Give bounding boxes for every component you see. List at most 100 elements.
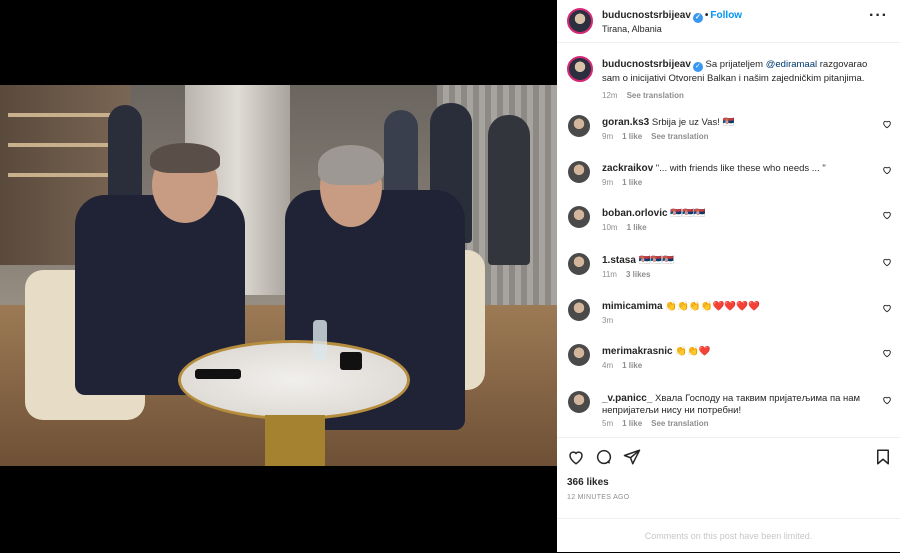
comments-limited-notice: Comments on this post have been limited. (557, 518, 900, 552)
photo-bystander (488, 115, 530, 265)
comment-row: mimicamima 👏👏👏👏❤️❤️❤️❤️ 3m (557, 298, 900, 342)
follow-button[interactable]: Follow (710, 10, 742, 21)
comment-username[interactable]: 1.stasa (602, 255, 636, 266)
author-avatar[interactable] (567, 8, 593, 34)
comment-meta: 10m 1 like (602, 223, 656, 232)
caption-author-avatar[interactable] (567, 56, 593, 82)
caption-body: buducnostsrbijeav ✓ Sa prijateljem @edira… (602, 58, 887, 102)
photo-table-base (265, 415, 325, 466)
comment-see-translation[interactable]: See translation (651, 132, 708, 141)
share-icon[interactable] (623, 448, 641, 466)
comment-meta: 4m 1 like (602, 361, 651, 370)
comment-body: _v.panicc_ Хвала Господу на таквим прија… (602, 393, 872, 417)
comment-body: zackraikov "... with friends like these … (602, 163, 872, 175)
comment-username[interactable]: goran.ks3 (602, 117, 649, 128)
photo-shelf (8, 173, 118, 177)
comment-body: boban.orlovic 🇷🇸🇷🇸🇷🇸 (602, 208, 872, 220)
comment-likes[interactable]: 1 like (622, 178, 642, 187)
comment-avatar[interactable] (568, 115, 590, 137)
caption-username[interactable]: buducnostsrbijeav (602, 59, 691, 70)
comment-time: 9m (602, 178, 614, 187)
comment-likes[interactable]: 3 likes (626, 270, 650, 279)
comment-time: 5m (602, 419, 614, 428)
comment-text: "... with friends like these who needs .… (655, 163, 826, 174)
comment-row: _v.panicc_ Хвала Господу на таквим прија… (557, 390, 900, 434)
verified-badge-icon: ✓ (692, 13, 703, 23)
comment-likes[interactable]: 1 like (622, 361, 642, 370)
likes-count[interactable]: 366 likes (567, 477, 609, 488)
photo-phone (195, 369, 241, 379)
comment-meta: 3m (602, 316, 622, 325)
comment-like-heart-icon[interactable] (881, 303, 892, 314)
bookmark-icon[interactable] (874, 448, 892, 466)
comment-username[interactable]: zackraikov (602, 163, 653, 174)
comment-time: 3m (602, 316, 614, 325)
comment-avatar[interactable] (568, 161, 590, 183)
comment-username[interactable]: merimakrasnic (602, 346, 673, 357)
comment-meta: 5m 1 like See translation (602, 419, 718, 428)
post-photo[interactable] (0, 85, 557, 466)
comment-body: 1.stasa 🇷🇸🇷🇸🇷🇸 (602, 255, 872, 267)
comment-row: zackraikov "... with friends like these … (557, 160, 900, 204)
comment-likes[interactable]: 1 like (622, 132, 642, 141)
comment-username[interactable]: boban.orlovic (602, 208, 668, 219)
comment-likes[interactable]: 1 like (627, 223, 647, 232)
post-location[interactable]: Tirana, Albania (602, 24, 662, 34)
comment-like-heart-icon[interactable] (881, 119, 892, 130)
photo-shelf (8, 113, 118, 117)
author-username[interactable]: buducnostsrbijeav (602, 10, 691, 21)
comment-text: 🇷🇸🇷🇸🇷🇸 (638, 255, 675, 266)
comment-like-heart-icon[interactable] (881, 210, 892, 221)
comment-time: 10m (602, 223, 618, 232)
comment-time: 4m (602, 361, 614, 370)
instagram-post-modal: buducnostsrbijeav ✓ • Follow Tirana, Albani… (0, 0, 900, 552)
comment-text: 🇷🇸🇷🇸🇷🇸 (670, 208, 706, 219)
comment-username[interactable]: _v.panicc_ (602, 393, 652, 404)
photo-person-left-hair (150, 143, 220, 173)
comment-text: 👏👏👏👏❤️❤️❤️❤️ (665, 301, 760, 312)
like-heart-icon[interactable] (567, 448, 585, 466)
photo-phone (340, 352, 362, 370)
comment-body: mimicamima 👏👏👏👏❤️❤️❤️❤️ (602, 301, 872, 313)
comment-row: 1.stasa 🇷🇸🇷🇸🇷🇸 11m 3 likes (557, 252, 900, 296)
comment-body: merimakrasnic 👏👏❤️ (602, 346, 872, 358)
comment-avatar[interactable] (568, 299, 590, 321)
verified-badge-icon: ✓ (692, 62, 703, 72)
comment-like-heart-icon[interactable] (881, 257, 892, 268)
more-options-icon[interactable]: ··· (869, 8, 888, 24)
photo-water-bottle (313, 320, 327, 360)
comment-like-heart-icon[interactable] (881, 165, 892, 176)
comment-body: goran.ks3 Srbija je uz Vas! 🇷🇸 (602, 117, 872, 129)
comment-see-translation[interactable]: See translation (651, 419, 708, 428)
post-header: buducnostsrbijeav ✓ • Follow Tirana, Albani… (557, 0, 900, 43)
caption-see-translation[interactable]: See translation (627, 91, 684, 100)
comment-text: Srbija je uz Vas! 🇷🇸 (651, 117, 735, 128)
caption-time: 12m (602, 91, 618, 100)
photo-shelf (8, 143, 118, 147)
comment-time: 11m (602, 270, 617, 279)
comment-like-heart-icon[interactable] (881, 395, 892, 406)
separator-dot: • (704, 10, 709, 21)
comment-like-heart-icon[interactable] (881, 348, 892, 359)
comment-icon[interactable] (595, 448, 613, 466)
post-actions-bar (557, 437, 900, 477)
caption-mention-link[interactable]: @ediramaal (766, 59, 817, 70)
comment-text: 👏👏❤️ (675, 346, 711, 357)
post-media-panel (0, 0, 557, 552)
post-side-panel: buducnostsrbijeav ✓ • Follow Tirana, Albani… (557, 0, 900, 552)
photo-coffee-table (178, 340, 410, 420)
comment-avatar[interactable] (568, 206, 590, 228)
post-timestamp: 12 MINUTES AGO (567, 494, 630, 501)
comment-username[interactable]: mimicamima (602, 301, 663, 312)
comment-meta: 9m 1 like (602, 178, 651, 187)
photo-person-right-hair (318, 145, 384, 185)
comment-meta: 9m 1 like See translation (602, 132, 718, 141)
comment-likes[interactable]: 1 like (622, 419, 642, 428)
comment-time: 9m (602, 132, 614, 141)
comment-avatar[interactable] (568, 344, 590, 366)
comment-avatar[interactable] (568, 253, 590, 275)
author-line: buducnostsrbijeav ✓ • Follow (602, 10, 742, 23)
comment-row: goran.ks3 Srbija je uz Vas! 🇷🇸 9m 1 like Se… (557, 114, 900, 158)
comment-avatar[interactable] (568, 391, 590, 413)
caption-meta: 12m See translation (602, 89, 887, 102)
